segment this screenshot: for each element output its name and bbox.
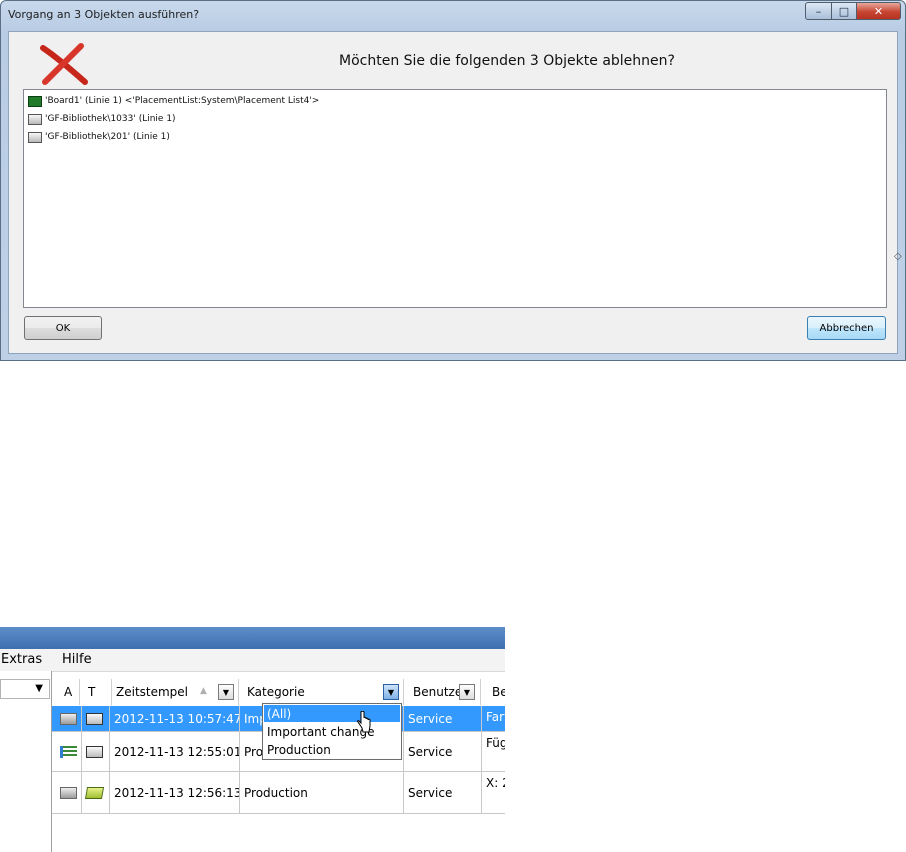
minimize-icon: – <box>815 4 822 18</box>
maximize-button[interactable]: □ <box>831 2 857 20</box>
user-cell: Service <box>404 772 482 813</box>
left-pane: ▼ <box>0 671 52 852</box>
timestamp-cell: 2012-11-13 12:55:01 <box>110 732 240 771</box>
column-header-label: Kategorie <box>247 685 305 699</box>
cancel-button[interactable]: Abbrechen <box>807 316 886 340</box>
sort-ascending-icon: ▲ <box>200 686 207 696</box>
dialog-title: Vorgang an 3 Objekten ausführen? <box>8 8 200 21</box>
list-item-label: 'Board1' (Linie 1) <'PlacementList:Syste… <box>45 96 320 106</box>
board-icon <box>28 95 42 107</box>
user-cell: Service <box>404 732 482 771</box>
category-cell: Production <box>240 772 404 813</box>
column-header-category[interactable]: Kategorie <box>243 679 404 705</box>
column-header-a[interactable]: A <box>60 679 80 705</box>
column-header-label: Benutze <box>413 685 463 699</box>
title-bar[interactable]: Vorgang an 3 Objekten ausführen? – □ ✕ <box>1 1 905 31</box>
message-icon <box>60 712 77 725</box>
confirm-dialog-window: Vorgang an 3 Objekten ausführen? – □ ✕ M… <box>0 0 906 361</box>
close-icon: ✕ <box>873 4 884 18</box>
resize-edge-icon[interactable]: ◇ <box>894 251 902 262</box>
chevron-down-icon: ▼ <box>222 687 230 697</box>
column-header-t[interactable]: T <box>84 679 112 705</box>
dialog-client-area: Möchten Sie die folgenden 3 Objekte able… <box>8 31 898 354</box>
timestamp-cell: 2012-11-13 10:57:47 <box>110 706 240 731</box>
chevron-down-icon: ▼ <box>463 687 471 697</box>
minimize-button[interactable]: – <box>805 2 832 20</box>
user-filter-button[interactable]: ▼ <box>459 684 475 700</box>
category-filter-button[interactable]: ▼ <box>383 684 399 700</box>
close-button[interactable]: ✕ <box>856 2 901 20</box>
list-item[interactable]: 'GF-Bibliothek\1033' (Linie 1) <box>28 111 176 127</box>
menu-bar: Extras Hilfe <box>0 649 505 672</box>
device-cell <box>82 706 110 731</box>
category-filter-dropdown[interactable]: (All) Important change Production <box>262 703 402 760</box>
list-item-label: 'GF-Bibliothek\1033' (Linie 1) <box>45 114 176 124</box>
list-add-icon <box>60 745 77 758</box>
device-cell <box>82 772 110 813</box>
message-icon <box>60 786 77 799</box>
event-log-window: Extras Hilfe ▼ A T Zeitstempel ▲ ▼ Kateg… <box>0 627 505 852</box>
hand-cursor-icon <box>357 711 371 733</box>
timestamp-filter-button[interactable]: ▼ <box>218 684 234 700</box>
list-item[interactable]: 'GF-Bibliothek\201' (Linie 1) <box>28 129 170 145</box>
ok-button[interactable]: OK <box>24 316 102 340</box>
list-item[interactable]: 'Board1' (Linie 1) <'PlacementList:Syste… <box>28 93 319 109</box>
device-icon <box>86 712 103 725</box>
library-component-icon <box>28 131 42 143</box>
confirm-question: Möchten Sie die folgenden 3 Objekte able… <box>339 53 675 69</box>
type-cell <box>56 706 82 731</box>
menu-extras[interactable]: Extras <box>1 652 42 667</box>
column-header-description[interactable]: Be <box>488 679 505 705</box>
chevron-down-icon: ▼ <box>35 683 43 694</box>
device-icon <box>86 745 103 758</box>
maximize-icon: □ <box>838 4 850 18</box>
list-item-label: 'GF-Bibliothek\201' (Linie 1) <box>45 132 170 142</box>
library-component-icon <box>28 113 42 125</box>
left-combo-box[interactable]: ▼ <box>0 679 50 699</box>
description-cell: Füg <box>486 736 505 750</box>
filter-option-important-change[interactable]: Important change <box>264 723 400 740</box>
device-cell <box>82 732 110 771</box>
note-icon <box>84 786 105 799</box>
timestamp-cell: 2012-11-13 12:56:13 <box>110 772 240 813</box>
description-cell: Fart <box>486 710 505 724</box>
column-header-label: Zeitstempel <box>116 685 189 699</box>
reject-x-icon <box>40 43 88 85</box>
window-frame <box>0 627 505 649</box>
menu-hilfe[interactable]: Hilfe <box>62 652 92 667</box>
description-cell: X: 2 <box>486 776 505 790</box>
table-row[interactable]: 2012-11-13 12:56:13 Production Service X… <box>52 772 505 814</box>
filter-option-production[interactable]: Production <box>264 741 400 758</box>
filter-option-all[interactable]: (All) <box>264 705 400 722</box>
user-cell: Service <box>404 706 482 731</box>
type-cell <box>56 732 82 771</box>
objects-list[interactable]: 'Board1' (Linie 1) <'PlacementList:Syste… <box>23 89 887 308</box>
chevron-down-icon: ▼ <box>387 687 395 697</box>
type-cell <box>56 772 82 813</box>
